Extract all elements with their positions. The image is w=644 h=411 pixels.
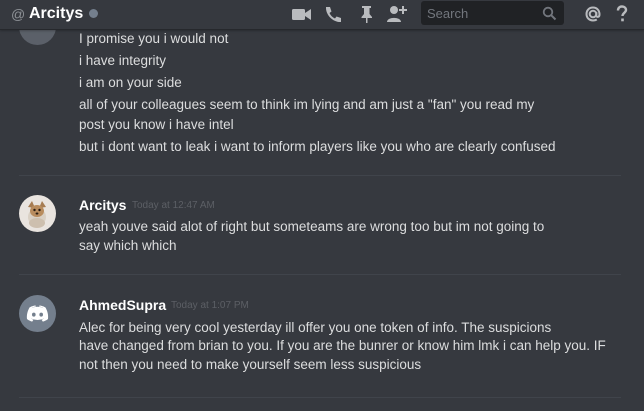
avatar[interactable] <box>19 30 56 45</box>
help-icon[interactable] <box>611 4 633 24</box>
avatar[interactable] <box>19 195 56 232</box>
message-timestamp: Today at 12:47 AM <box>132 200 215 211</box>
avatar[interactable] <box>19 295 56 332</box>
dm-window: @ Arcitys Search I promise you i would n… <box>0 0 644 411</box>
message-line: all of your colleagues seem to think im … <box>79 97 535 112</box>
message-divider <box>19 175 621 176</box>
status-indicator <box>89 9 98 18</box>
message-line: I promise you i would not <box>79 31 229 46</box>
search-box[interactable] <box>421 1 564 25</box>
message-line: yeah youve said alot of right but somete… <box>79 219 545 234</box>
message-divider <box>19 397 621 398</box>
mention-icon[interactable] <box>582 4 604 24</box>
message-list: I promise you i would not i have integri… <box>0 30 644 411</box>
message-line: but i dont want to leak i want to inform… <box>79 139 556 154</box>
message-line: Alec for being very cool yesterday ill o… <box>79 320 552 335</box>
at-icon: @ <box>11 6 26 22</box>
add-friend-icon[interactable] <box>386 4 408 24</box>
message-line: post you know i have intel <box>79 117 234 132</box>
message-line: say which which <box>79 238 177 253</box>
message-line: i am on your side <box>79 75 182 90</box>
channel-header: @ Arcitys <box>0 0 644 30</box>
message-divider <box>19 274 621 275</box>
search-input[interactable] <box>421 1 539 25</box>
search-icon <box>542 6 557 26</box>
message-line: have changed from brian to you. If you a… <box>79 338 606 353</box>
video-call-icon[interactable] <box>291 4 313 24</box>
pin-icon[interactable] <box>356 4 378 24</box>
message-timestamp: Today at 1:07 PM <box>171 300 249 311</box>
message-line: i have integrity <box>79 53 167 68</box>
channel-title: Arcitys <box>29 5 84 22</box>
message-author[interactable]: AhmedSupra <box>79 296 166 314</box>
message-line: not then you need to make yourself seem … <box>79 357 422 372</box>
message-author[interactable]: Arcitys <box>79 196 126 214</box>
voice-call-icon[interactable] <box>322 4 344 24</box>
discord-logo-icon <box>26 305 49 322</box>
